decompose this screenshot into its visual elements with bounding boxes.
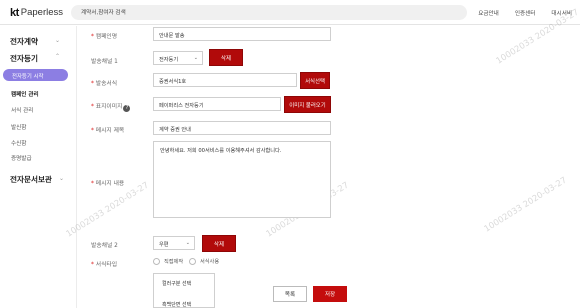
logo-mark: kt <box>10 6 19 19</box>
radio-circle[interactable] <box>153 258 160 265</box>
sidebar-item-outbox[interactable]: 발신함 <box>11 123 26 131</box>
watermark: 10002033 2020-03-27 <box>482 175 569 235</box>
campaign-label: * 캠페인명 <box>91 34 118 40</box>
help-icon[interactable]: ? <box>123 105 131 112</box>
form-select-button[interactable]: 서식선택 <box>300 72 330 89</box>
radio-template-label: 서식사용 <box>200 259 220 265</box>
radio-direct[interactable]: 직접제작 <box>153 258 183 265</box>
msg-content-textarea[interactable]: 안녕하세요. 저희 00서비스를 이용해주셔서 감사합니다. <box>153 141 331 218</box>
msg-content-value: 안녕하세요. 저희 00서비스를 이용해주셔서 감사합니다. <box>160 148 282 154</box>
image-load-button[interactable]: 이미지 불러오기 <box>284 96 331 113</box>
radio-circle[interactable] <box>189 258 196 265</box>
msg-content-label: * 메시지 내용 <box>91 181 125 187</box>
chevron-down-icon[interactable]: ⌄ <box>59 175 64 182</box>
chevron-down-icon[interactable]: ⌄ <box>55 37 60 44</box>
sidebar-item-label: 전자등기 시작 <box>12 73 44 80</box>
chevron-down-icon: ⌄ <box>185 240 190 246</box>
chevron-up-icon[interactable]: ⌃ <box>55 53 60 60</box>
sidebar-item-registry-start[interactable]: 전자등기 시작 <box>3 69 68 81</box>
sidebar-item-certificate[interactable]: 증명발급 <box>11 154 32 162</box>
msg-title-value: 계약 증권 안내 <box>159 126 191 133</box>
msg-title-label: * 메시지 제목 <box>91 128 125 134</box>
channel2-label: 발송채널 2 <box>91 243 118 249</box>
top-header: kt Paperless 계약서,참여자 검색 요금안내 인증센터 대시서비 <box>0 0 580 25</box>
dropdown-option[interactable]: 컬러구분 선택 <box>162 280 191 287</box>
form-field[interactable]: 증권서식1호 <box>153 73 297 87</box>
search-placeholder: 계약서,참여자 검색 <box>81 10 126 16</box>
channel2-value: 우편 <box>159 241 169 248</box>
delete-channel2-button[interactable]: 삭제 <box>202 235 236 252</box>
radio-template[interactable]: 서식사용 <box>189 258 219 265</box>
display-image-label: * 표지이미지? <box>91 101 131 112</box>
dropdown-list: 컬러구분 선택 흑백단면 선택 <box>153 273 215 308</box>
form-type-label: * 서식타입 <box>91 262 118 268</box>
chevron-down-icon: ⌄ <box>193 55 198 61</box>
link-cert-center[interactable]: 인증센터 <box>515 9 536 17</box>
logo-name: Paperless <box>20 7 64 18</box>
delete-channel1-button[interactable]: 삭제 <box>209 49 243 66</box>
watermark: 10002033 2020-03-27 <box>64 180 151 240</box>
sidebar-item-inbox[interactable]: 수신함 <box>11 139 26 147</box>
sidebar-category-registry[interactable]: 전자등기 <box>10 53 38 64</box>
form-label: * 발송서식 <box>91 81 118 87</box>
list-button[interactable]: 목록 <box>273 286 307 302</box>
link-pricing[interactable]: 요금안내 <box>478 9 499 17</box>
form-value: 증권서식1호 <box>159 78 187 85</box>
display-image-field[interactable]: 페이퍼리스 전자등기 <box>153 97 281 111</box>
campaign-name-value: 안내문 발송 <box>159 32 185 39</box>
dropdown-option[interactable]: 흑백단면 선택 <box>162 301 191 308</box>
top-links: 요금안내 인증센터 대시서비 <box>478 9 572 17</box>
sidebar-category-contract[interactable]: 전자계약 <box>10 36 38 47</box>
search-input[interactable]: 계약서,참여자 검색 <box>71 5 467 20</box>
channel1-label: 발송채널 1 <box>91 59 118 65</box>
sidebar-category-archive[interactable]: 전자문서보관 <box>10 174 52 185</box>
channel1-select[interactable]: 전자등기 ⌄ <box>153 51 203 65</box>
msg-title-field[interactable]: 계약 증권 안내 <box>153 121 331 135</box>
radio-direct-label: 직접제작 <box>164 259 184 265</box>
sidebar-item-forms[interactable]: 서식 관리 <box>11 106 33 114</box>
display-image-value: 페이퍼리스 전자등기 <box>159 102 204 109</box>
save-button[interactable]: 저장 <box>313 286 347 302</box>
logo[interactable]: kt Paperless <box>10 6 63 19</box>
campaign-name-field[interactable]: 안내문 발송 <box>153 27 331 41</box>
channel1-value: 전자등기 <box>159 56 179 63</box>
sidebar: 전자계약 ⌄ 전자등기 ⌃ 전자등기 시작 캠페인 관리 서식 관리 발신함 수… <box>0 26 77 308</box>
channel2-select[interactable]: 우편 ⌄ <box>153 236 195 250</box>
sidebar-item-campaign[interactable]: 캠페인 관리 <box>11 90 39 98</box>
